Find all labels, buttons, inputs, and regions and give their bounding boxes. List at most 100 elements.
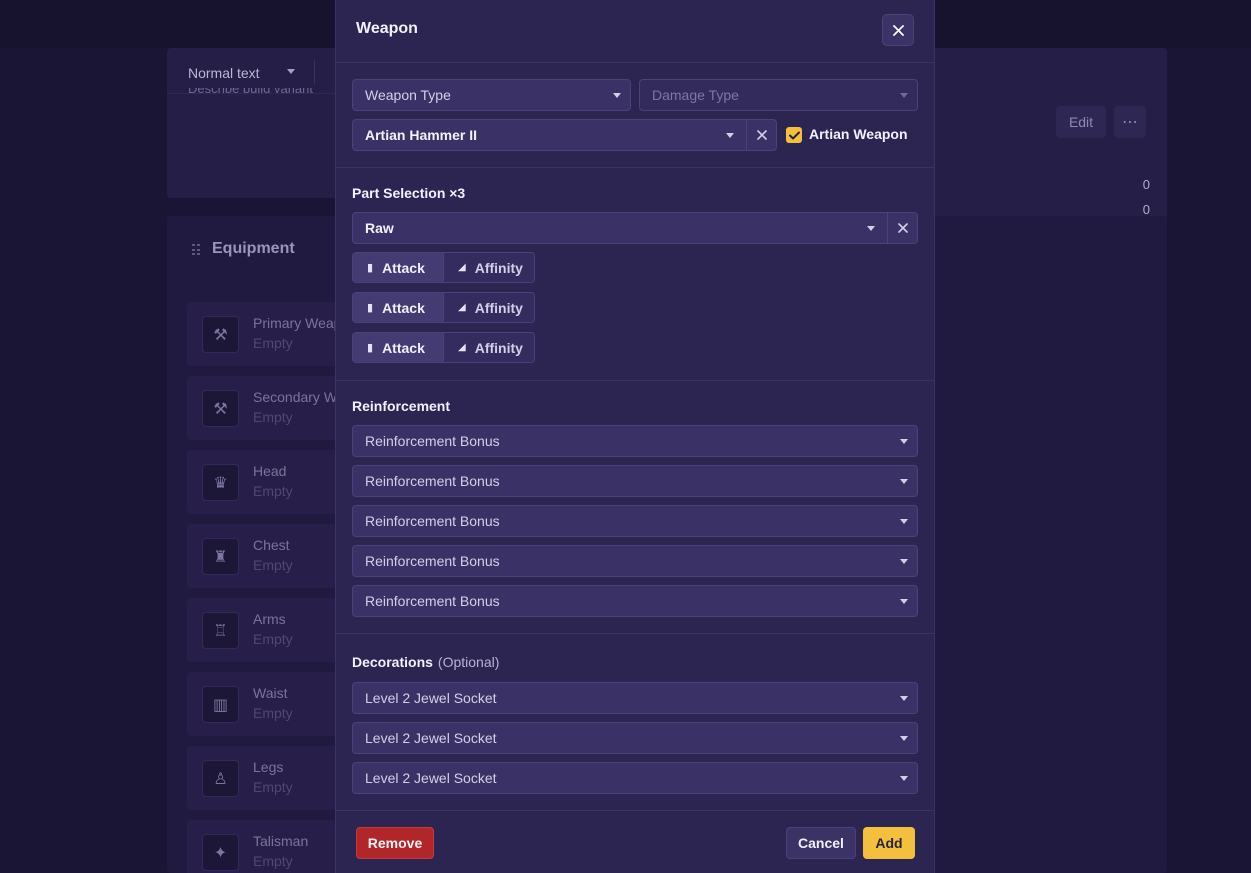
slot-status: Empty (253, 409, 293, 425)
chevron-down-icon (613, 93, 621, 98)
section-divider (336, 380, 934, 381)
chevron-down-icon (900, 439, 908, 444)
slot-status: Empty (253, 631, 293, 647)
weapon-dialog: Weapon Weapon Type Damage Type Artian Ha… (335, 0, 935, 873)
weapon-type-select[interactable]: Weapon Type (352, 79, 631, 111)
slot-name: Talisman (253, 833, 309, 849)
decoration-value: Level 2 Jewel Socket (365, 690, 497, 706)
part-type-value: Raw (365, 220, 394, 236)
clear-part-button[interactable] (887, 213, 918, 243)
text-style-select[interactable]: Normal text (188, 65, 260, 81)
part-toggle-2: ▮ Attack ◢ Affinity (352, 292, 535, 323)
slot-status: Empty (253, 779, 293, 795)
description-placeholder[interactable]: Describe build variant (188, 88, 313, 97)
affinity-label: Affinity (474, 339, 523, 356)
dialog-header: Weapon (336, 0, 934, 63)
attack-icon: ▮ (367, 342, 374, 354)
affinity-icon: ◢ (458, 342, 466, 353)
decoration-select[interactable]: Level 2 Jewel Socket (352, 762, 918, 794)
legs-armor-icon: ♙ (202, 760, 239, 797)
cancel-button[interactable]: Cancel (786, 827, 856, 859)
reinforcement-select[interactable]: Reinforcement Bonus (352, 465, 918, 497)
affinity-label: Affinity (474, 259, 523, 276)
edit-button[interactable]: Edit (1056, 106, 1106, 138)
slot-status: Empty (253, 335, 293, 351)
slot-name: Legs (253, 759, 284, 775)
section-divider (336, 633, 934, 634)
dialog-title: Weapon (356, 20, 418, 37)
footer-divider (336, 810, 934, 811)
drag-handle-icon[interactable] (192, 244, 200, 256)
chevron-down-icon (900, 599, 908, 604)
chevron-down-icon (867, 226, 875, 231)
part-type-select[interactable]: Raw (352, 212, 918, 244)
decorations-label: Decorations (352, 654, 433, 670)
slot-name: Waist (253, 685, 288, 701)
reinforcement-select[interactable]: Reinforcement Bonus (352, 505, 918, 537)
reinforcement-select[interactable]: Reinforcement Bonus (352, 585, 918, 617)
slot-status: Empty (253, 483, 293, 499)
chevron-down-icon (287, 69, 295, 74)
add-button[interactable]: Add (863, 827, 915, 859)
optional-label: (Optional) (437, 654, 500, 670)
decoration-select[interactable]: Level 2 Jewel Socket (352, 682, 918, 714)
toolbar-divider (314, 60, 315, 84)
weapon-select[interactable]: Artian Hammer II (352, 119, 777, 151)
slot-status: Empty (253, 853, 293, 869)
decoration-select[interactable]: Level 2 Jewel Socket (352, 722, 918, 754)
chest-armor-icon: ♜ (202, 538, 239, 575)
slot-status: Empty (253, 705, 293, 721)
stat-value: 0 (1142, 202, 1150, 217)
chevron-down-icon (900, 479, 908, 484)
attack-toggle[interactable]: ▮ Attack (353, 253, 443, 282)
reinforcement-select[interactable]: Reinforcement Bonus (352, 545, 918, 577)
affinity-toggle[interactable]: ◢ Affinity (443, 333, 534, 362)
checkmark-icon (788, 131, 800, 139)
affinity-toggle[interactable]: ◢ Affinity (443, 293, 534, 322)
arms-armor-icon: ♖ (202, 612, 239, 649)
attack-toggle[interactable]: ▮ Attack (353, 333, 443, 362)
weapon-type-placeholder: Weapon Type (365, 87, 451, 103)
clear-weapon-button[interactable] (746, 120, 777, 150)
chevron-down-icon (900, 559, 908, 564)
section-divider (336, 167, 934, 168)
attack-label: Attack (382, 259, 425, 276)
more-options-icon[interactable]: ⋯ (1114, 106, 1146, 138)
weapon-icon: ⚒ (202, 390, 239, 427)
stat-value: 0 (1142, 177, 1150, 192)
reinforcement-select[interactable]: Reinforcement Bonus (352, 425, 918, 457)
part-toggle-3: ▮ Attack ◢ Affinity (352, 332, 535, 363)
reinforcement-placeholder: Reinforcement Bonus (365, 553, 500, 569)
attack-icon: ▮ (367, 302, 374, 314)
chevron-down-icon (900, 776, 908, 781)
chevron-down-icon (726, 133, 734, 138)
affinity-icon: ◢ (458, 262, 466, 273)
decoration-value: Level 2 Jewel Socket (365, 770, 497, 786)
slot-name: Head (253, 463, 287, 479)
chevron-down-icon (900, 696, 908, 701)
part-toggle-1: ▮ Attack ◢ Affinity (352, 252, 535, 283)
reinforcement-title: Reinforcement (352, 398, 451, 414)
equipment-title: Equipment (212, 240, 295, 257)
reinforcement-placeholder: Reinforcement Bonus (365, 473, 500, 489)
part-selection-title: Part Selection ×3 (352, 185, 466, 201)
affinity-icon: ◢ (458, 302, 466, 313)
decoration-value: Level 2 Jewel Socket (365, 730, 497, 746)
affinity-toggle[interactable]: ◢ Affinity (443, 253, 534, 282)
close-button[interactable] (882, 14, 914, 46)
weapon-name: Artian Hammer II (365, 127, 478, 143)
attack-toggle[interactable]: ▮ Attack (353, 293, 443, 322)
artian-weapon-label[interactable]: Artian Weapon (809, 126, 908, 142)
attack-label: Attack (382, 299, 425, 316)
slot-status: Empty (253, 557, 293, 573)
close-icon (892, 24, 904, 36)
damage-type-select[interactable]: Damage Type (639, 79, 918, 111)
artian-weapon-checkbox[interactable] (786, 127, 802, 143)
chevron-down-icon (900, 736, 908, 741)
remove-button[interactable]: Remove (356, 827, 434, 859)
slot-name: Arms (253, 611, 286, 627)
talisman-icon: ✦ (202, 834, 239, 871)
reinforcement-placeholder: Reinforcement Bonus (365, 593, 500, 609)
reinforcement-placeholder: Reinforcement Bonus (365, 513, 500, 529)
close-icon (757, 130, 767, 140)
